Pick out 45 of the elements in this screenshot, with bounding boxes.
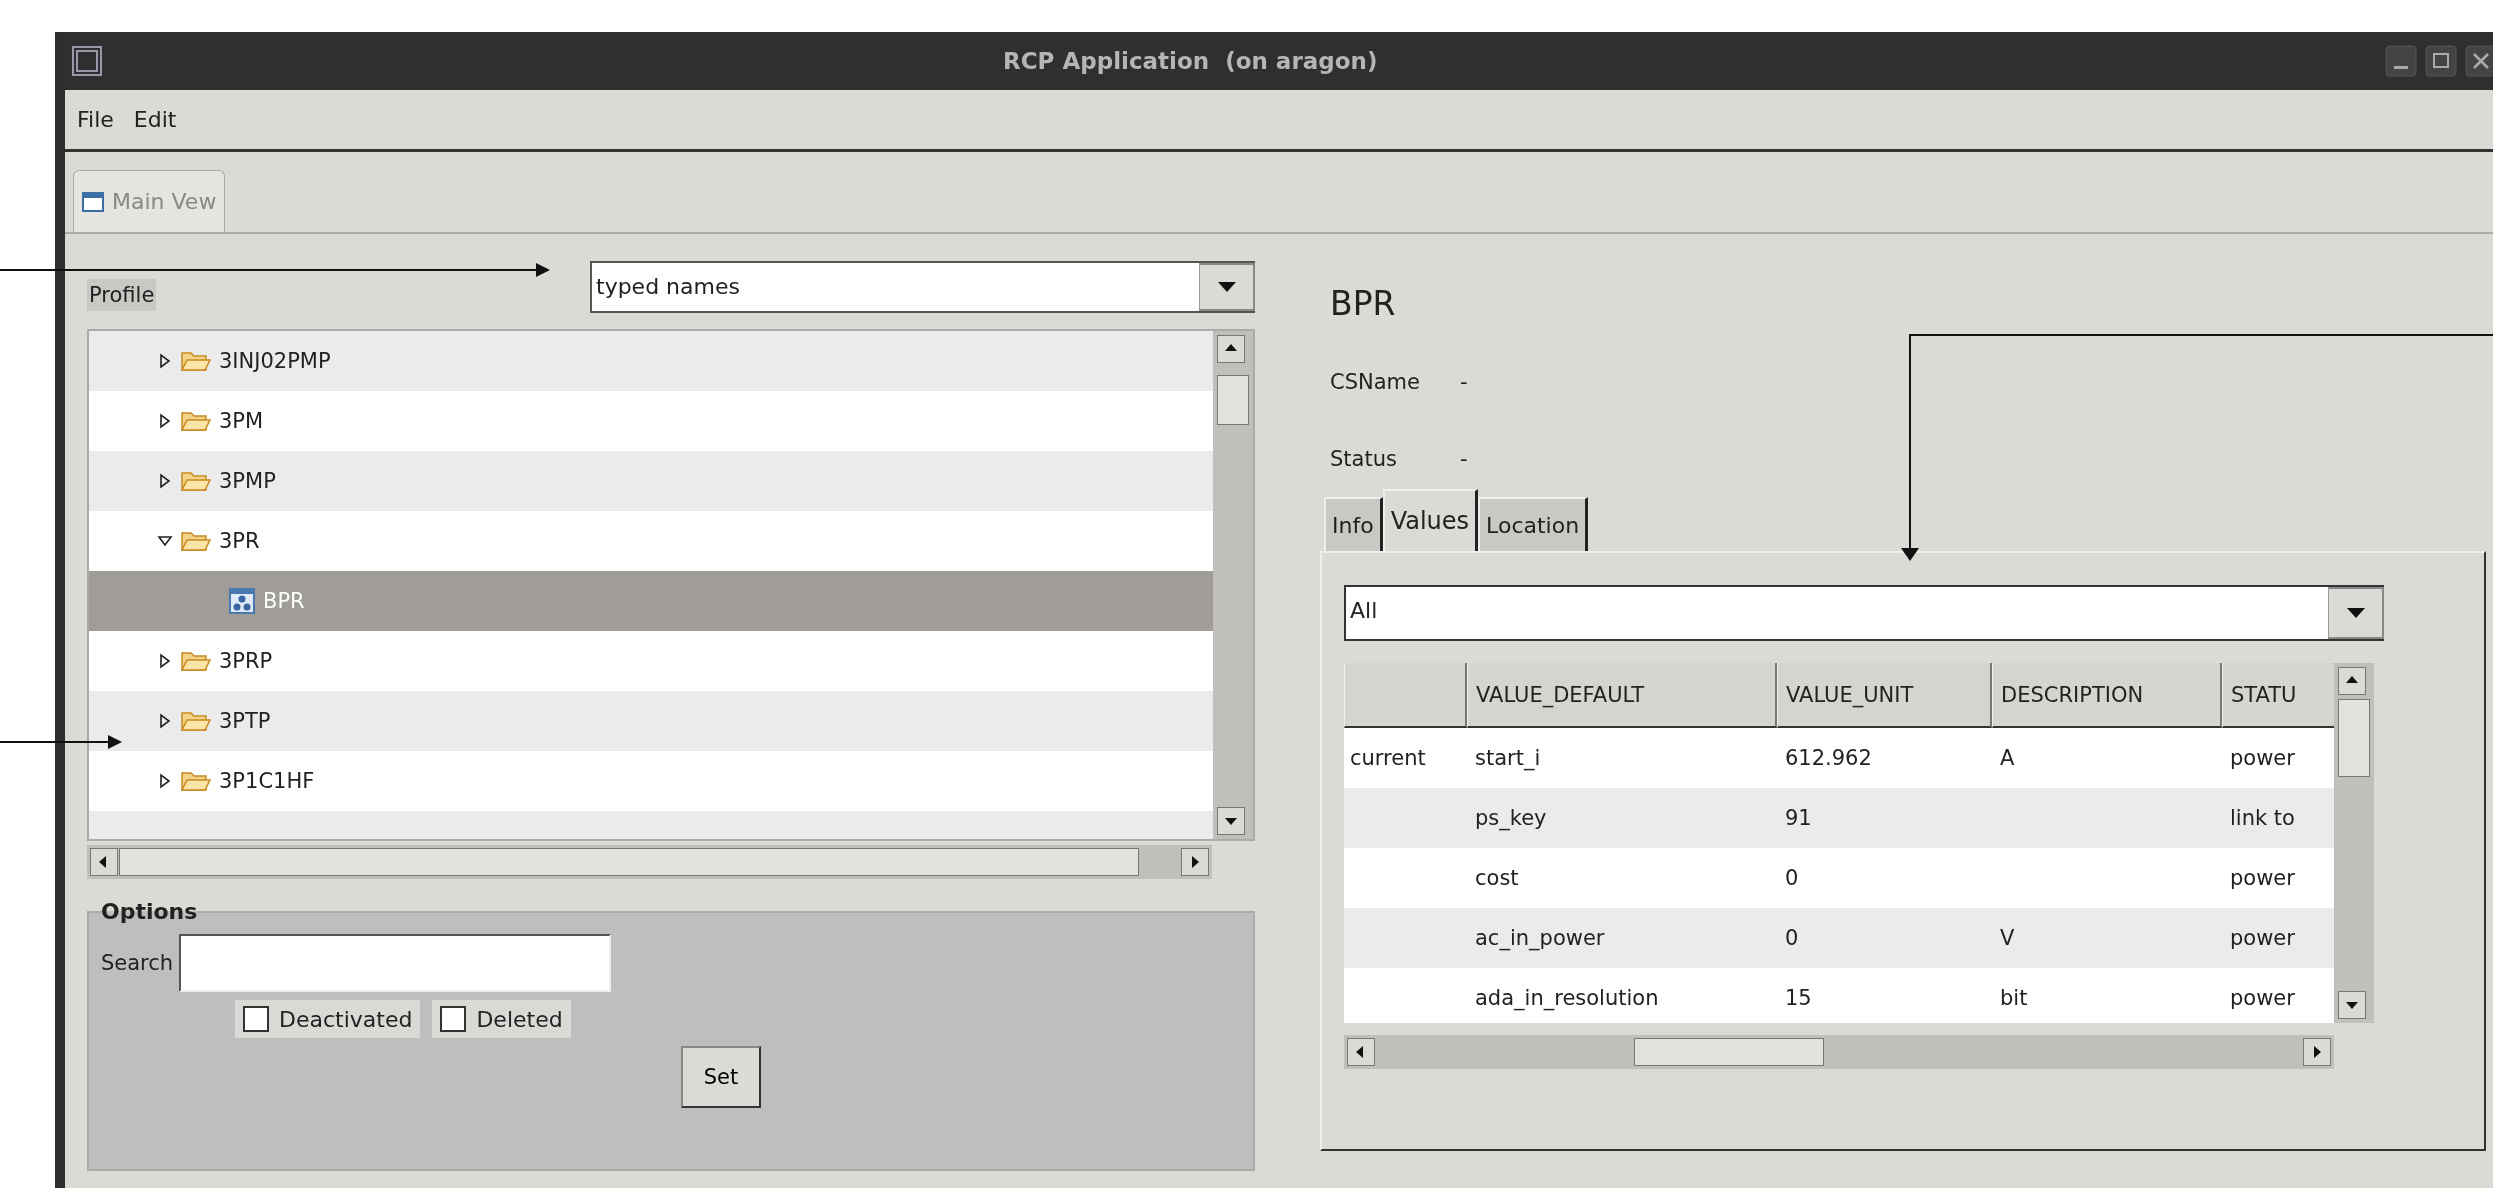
tree-item[interactable]: 3PMP [89, 451, 1213, 511]
checkbox[interactable]: Deactivated [235, 1000, 421, 1038]
table-cell-text: ac_in_power [1474, 926, 1606, 950]
table-cell-text: ps_key [1474, 806, 1548, 830]
table-cell-text: power [2229, 926, 2296, 950]
tree-item[interactable]: 3PTP [89, 691, 1213, 751]
tab[interactable]: Location [1478, 497, 1589, 551]
options-title: Options [101, 899, 198, 924]
filter-combo[interactable]: All [1344, 585, 2384, 641]
profile-label: Profile [87, 278, 157, 311]
field-value: - [1460, 370, 1468, 394]
window-title: RCP Application (on aragon) [1003, 48, 1378, 74]
table-cell-text: power [2229, 746, 2296, 770]
search-label: Search [101, 951, 174, 975]
table-cell-text: cost [1474, 866, 1520, 890]
tab[interactable]: Values [1382, 489, 1479, 551]
menu-item[interactable]: File [77, 107, 114, 132]
table-cell-text: 15 [1784, 986, 1813, 1010]
set-button[interactable]: Set [681, 1046, 761, 1108]
table-cell-text: 0 [1784, 926, 1800, 950]
table-cell-text: link to [2229, 806, 2296, 830]
table-cell-text: start_i [1474, 746, 1542, 770]
menu-item[interactable]: Edit [133, 107, 177, 132]
table-cell-text: bit [1999, 986, 2029, 1010]
table-cell-text: 0 [1784, 866, 1800, 890]
column-header[interactable]: VALUE_UNIT [1777, 663, 1992, 728]
profile-combo[interactable]: typed names [590, 260, 1255, 313]
table-cell-text: V [1999, 926, 2016, 950]
column-header[interactable]: STATU [2222, 663, 2334, 728]
table-cell-text: current [1349, 746, 1427, 770]
table-cell-text: ada_in_resolution [1474, 986, 1660, 1010]
field-label: Status [1330, 447, 1398, 471]
tab[interactable]: Info [1324, 497, 1383, 551]
field-value: - [1460, 447, 1468, 471]
column-header[interactable]: VALUE_DEFAULT [1467, 663, 1777, 728]
table-cell-text: power [2229, 866, 2296, 890]
table-cell-text: 91 [1784, 806, 1813, 830]
column-header[interactable]: DESCRIPTION [1992, 663, 2222, 728]
detail-heading: BPR [1330, 284, 1397, 323]
table-cell-text: 612.962 [1784, 746, 1873, 770]
table-cell-text: A [1999, 746, 2016, 770]
table-cell-text: power [2229, 986, 2296, 1010]
tree-item[interactable]: 3INJ02PMP [89, 331, 1213, 391]
checkbox[interactable]: Deleted [432, 1000, 571, 1038]
field-label: CSName [1330, 370, 1421, 394]
